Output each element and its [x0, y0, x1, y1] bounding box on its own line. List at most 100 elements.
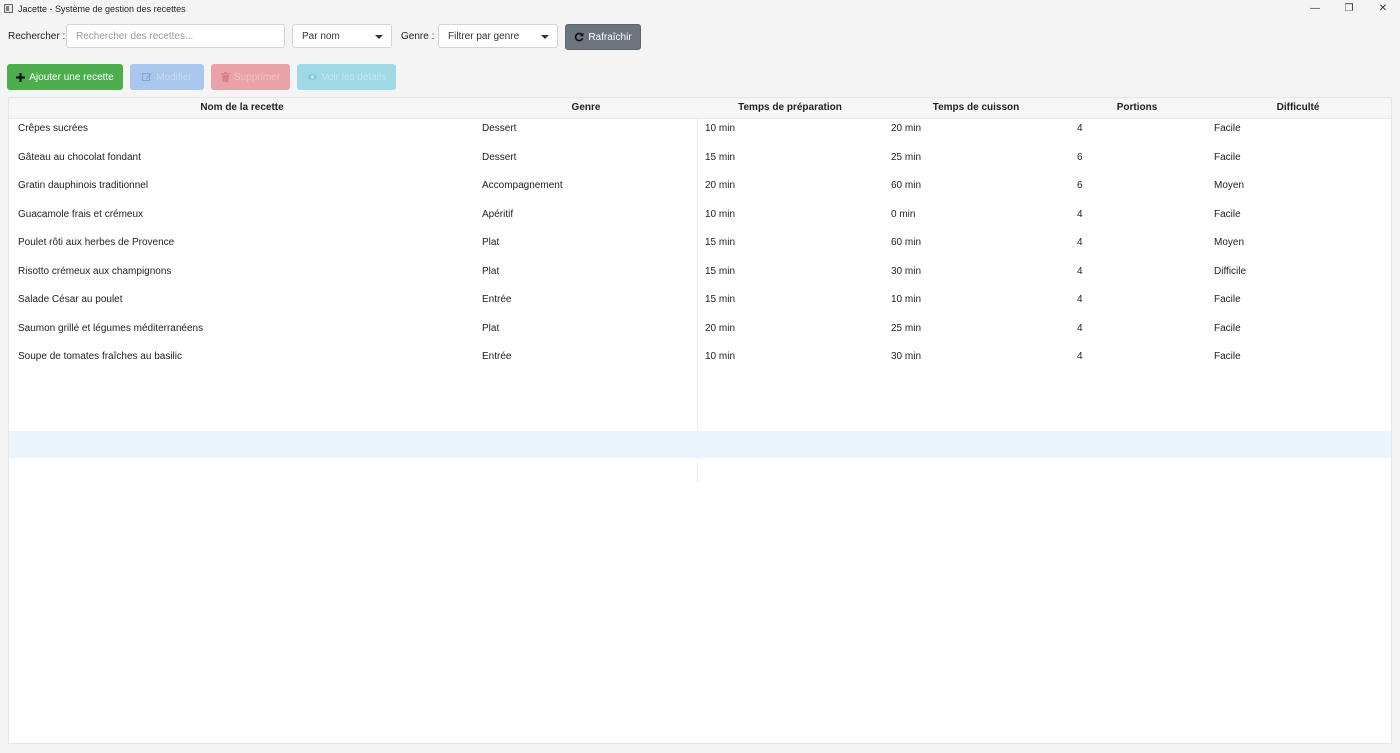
delete-recipe-label: Supprimer	[233, 71, 281, 83]
eye-icon	[307, 73, 318, 81]
refresh-button-label: Rafraîchir	[588, 31, 632, 43]
cell-prep-time: 10 min	[705, 123, 736, 134]
table-header: Nom de la recette Genre Temps de prépara…	[9, 98, 1391, 119]
cell-genre: Plat	[482, 265, 500, 277]
genre-select-value: Filtrer par genre	[448, 30, 520, 42]
cell-portions: 4	[1077, 322, 1083, 334]
cell-genre: Entrée	[482, 294, 512, 305]
cell-name: Poulet rôti aux herbes de Provence	[18, 237, 175, 248]
chevron-down-icon	[541, 35, 549, 39]
title-bar: Jacette - Système de gestion des recette…	[0, 0, 1400, 17]
cell-portions: 4	[1077, 208, 1083, 220]
column-header-portions[interactable]: Portions	[1069, 98, 1205, 118]
cell-difficulty: Difficile	[1214, 265, 1247, 277]
refresh-icon	[574, 32, 584, 42]
cell-difficulty: Moyen	[1214, 180, 1245, 191]
cell-name: Guacamole frais et crémeux	[18, 208, 144, 220]
cell-difficulty: Facile	[1214, 322, 1241, 334]
search-label: Rechercher :	[8, 31, 66, 42]
cell-prep-time: 10 min	[705, 208, 736, 220]
cell-name: Gratin dauphinois traditionnel	[18, 180, 149, 191]
cell-cook-time: 30 min	[891, 351, 922, 362]
table-row[interactable]: Soupe de tomates fraîches au basilic Entr…	[9, 347, 1391, 375]
cell-portions: 4	[1077, 123, 1083, 134]
search-input[interactable]	[66, 24, 285, 48]
cell-name: Soupe de tomates fraîches au basilic	[18, 351, 182, 362]
column-header-prep-time[interactable]: Temps de préparation	[697, 98, 883, 118]
cell-name: Saumon grillé et légumes méditerranéens	[18, 322, 204, 334]
edit-recipe-button[interactable]: Modifier	[130, 64, 204, 90]
table-row[interactable]: Guacamole frais et crémeux Apéritif 10 min…	[9, 205, 1391, 233]
cell-cook-time: 25 min	[891, 322, 922, 334]
column-divider	[697, 462, 698, 482]
sort-select-value: Par nom	[302, 30, 340, 42]
refresh-button[interactable]: Rafraîchir	[565, 24, 641, 50]
cell-prep-time: 15 min	[705, 151, 736, 163]
cell-cook-time: 20 min	[891, 123, 922, 134]
edit-recipe-label: Modifier	[156, 71, 192, 83]
trash-icon	[220, 72, 230, 82]
cell-difficulty: Moyen	[1214, 237, 1245, 248]
edit-icon	[142, 72, 153, 82]
view-details-button[interactable]: Voir les détails	[297, 64, 396, 90]
cell-prep-time: 15 min	[705, 265, 736, 277]
restore-button[interactable]: ❐	[1332, 0, 1366, 17]
cell-portions: 6	[1077, 151, 1083, 163]
column-header-genre[interactable]: Genre	[475, 98, 697, 118]
cell-cook-time: 30 min	[891, 265, 922, 277]
cell-genre: Plat	[482, 237, 500, 248]
column-header-cook-time[interactable]: Temps de cuisson	[883, 98, 1069, 118]
cell-difficulty: Facile	[1214, 208, 1241, 220]
delete-recipe-button[interactable]: Supprimer	[211, 64, 290, 90]
selected-empty-row[interactable]	[9, 431, 1391, 458]
cell-prep-time: 15 min	[705, 237, 736, 248]
sort-select[interactable]: Par nom	[292, 24, 392, 48]
cell-portions: 6	[1077, 180, 1083, 191]
recipes-table[interactable]: Nom de la recette Genre Temps de prépara…	[8, 97, 1392, 744]
cell-genre: Dessert	[482, 123, 517, 134]
table-row[interactable]: Risotto crémeux aux champignons Plat 15 mi…	[9, 262, 1391, 290]
cell-genre: Apéritif	[482, 208, 514, 220]
cell-prep-time: 10 min	[705, 351, 736, 362]
cell-genre: Dessert	[482, 151, 517, 163]
cell-genre: Entrée	[482, 351, 512, 362]
table-row[interactable]: Gâteau au chocolat fondant Dessert 15 min 2…	[9, 148, 1391, 176]
cell-prep-time: 15 min	[705, 294, 736, 305]
add-recipe-label: Ajouter une recette	[29, 71, 114, 83]
cell-portions: 4	[1077, 237, 1083, 248]
table-row[interactable]: Gratin dauphinois traditionnel Accompagne…	[9, 176, 1391, 204]
cell-name: Risotto crémeux aux champignons	[18, 265, 172, 277]
table-row[interactable]: Poulet rôti aux herbes de Provence Plat 15…	[9, 233, 1391, 261]
plus-icon	[16, 72, 26, 82]
cell-cook-time: 0 min	[891, 208, 916, 220]
column-header-name[interactable]: Nom de la recette	[9, 98, 475, 118]
cell-portions: 4	[1077, 265, 1083, 277]
table-row[interactable]: Crêpes sucrées Dessert 10 min 20 min 4 Facile	[9, 119, 1391, 147]
action-bar: Ajouter une recette Modifier Supprimer V…	[0, 64, 1400, 90]
cell-difficulty: Facile	[1214, 123, 1241, 134]
table-row[interactable]: Salade César au poulet Entrée 15 min 10 min…	[9, 290, 1391, 318]
column-header-difficulty[interactable]: Difficulté	[1205, 98, 1391, 118]
cell-prep-time: 20 min	[705, 180, 736, 191]
cell-cook-time: 60 min	[891, 180, 922, 191]
genre-label: Genre :	[401, 31, 435, 42]
window-title: Jacette - Système de gestion des recette…	[18, 3, 186, 14]
app-icon	[4, 4, 13, 13]
view-details-label: Voir les détails	[321, 71, 387, 83]
cell-genre: Accompagnement	[482, 180, 563, 191]
cell-difficulty: Facile	[1214, 151, 1241, 163]
window-controls: — ❐ ✕	[1298, 0, 1400, 17]
cell-difficulty: Facile	[1214, 351, 1241, 362]
table-row[interactable]: Saumon grillé et légumes méditerranéens P…	[9, 319, 1391, 347]
cell-portions: 4	[1077, 351, 1083, 362]
cell-genre: Plat	[482, 322, 500, 334]
cell-cook-time: 60 min	[891, 237, 922, 248]
add-recipe-button[interactable]: Ajouter une recette	[7, 64, 123, 90]
genre-select[interactable]: Filtrer par genre	[438, 24, 558, 48]
cell-portions: 4	[1077, 294, 1083, 305]
cell-name: Gâteau au chocolat fondant	[18, 151, 141, 163]
close-button[interactable]: ✕	[1366, 0, 1400, 17]
cell-name: Crêpes sucrées	[18, 123, 89, 134]
minimize-button[interactable]: —	[1298, 0, 1332, 17]
cell-cook-time: 10 min	[891, 294, 922, 305]
